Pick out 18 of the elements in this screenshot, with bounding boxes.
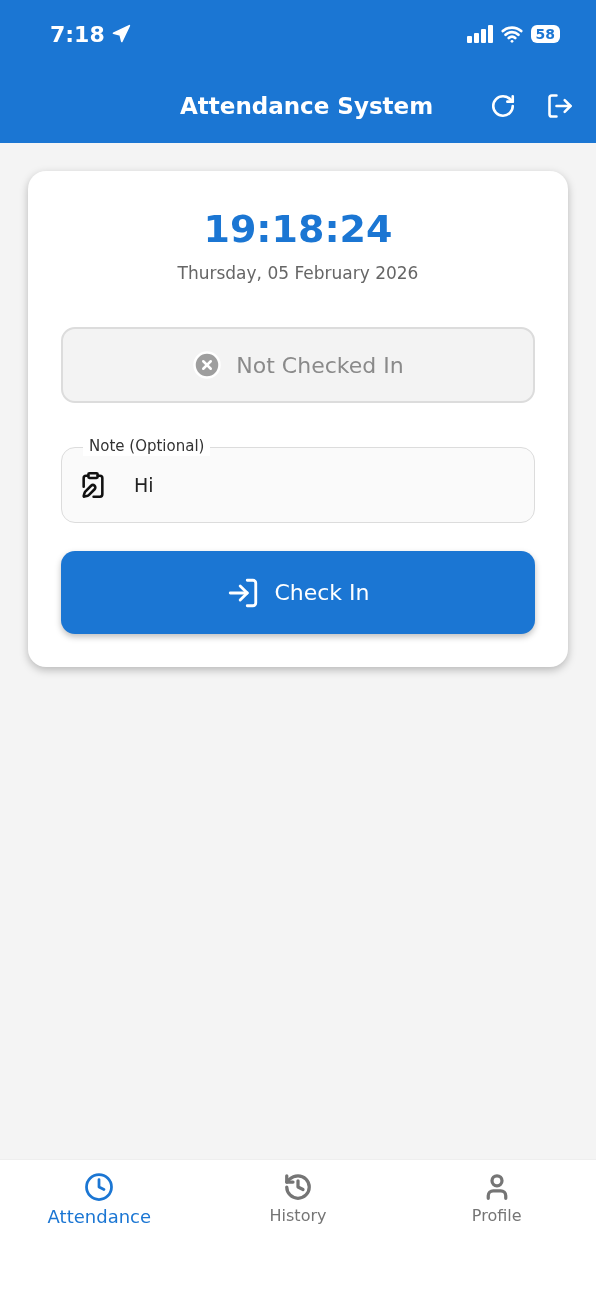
current-date: Thursday, 05 February 2026 [176,263,420,283]
app-title: Attendance System [180,92,434,119]
clipboard-pen-icon [79,471,107,499]
current-time: 19:18:24 [202,207,394,251]
nav-tab[interactable]: Attendance [0,1160,199,1240]
check-in-button[interactable]: Check In [61,551,535,634]
x-circle-icon [192,350,223,380]
location-arrow-icon [110,24,131,44]
battery-level: 58 [530,25,560,43]
wifi-icon [500,23,523,45]
status-label: Not Checked In [236,352,404,378]
note-label: Note (Optional) [83,437,211,456]
status-time: 7:18 [50,21,105,47]
nav-tab[interactable]: History [198,1160,398,1240]
history-icon [283,1172,313,1202]
clock-icon [84,1172,115,1202]
nav-tab[interactable]: Profile [397,1160,596,1240]
signal-icon [466,25,493,43]
